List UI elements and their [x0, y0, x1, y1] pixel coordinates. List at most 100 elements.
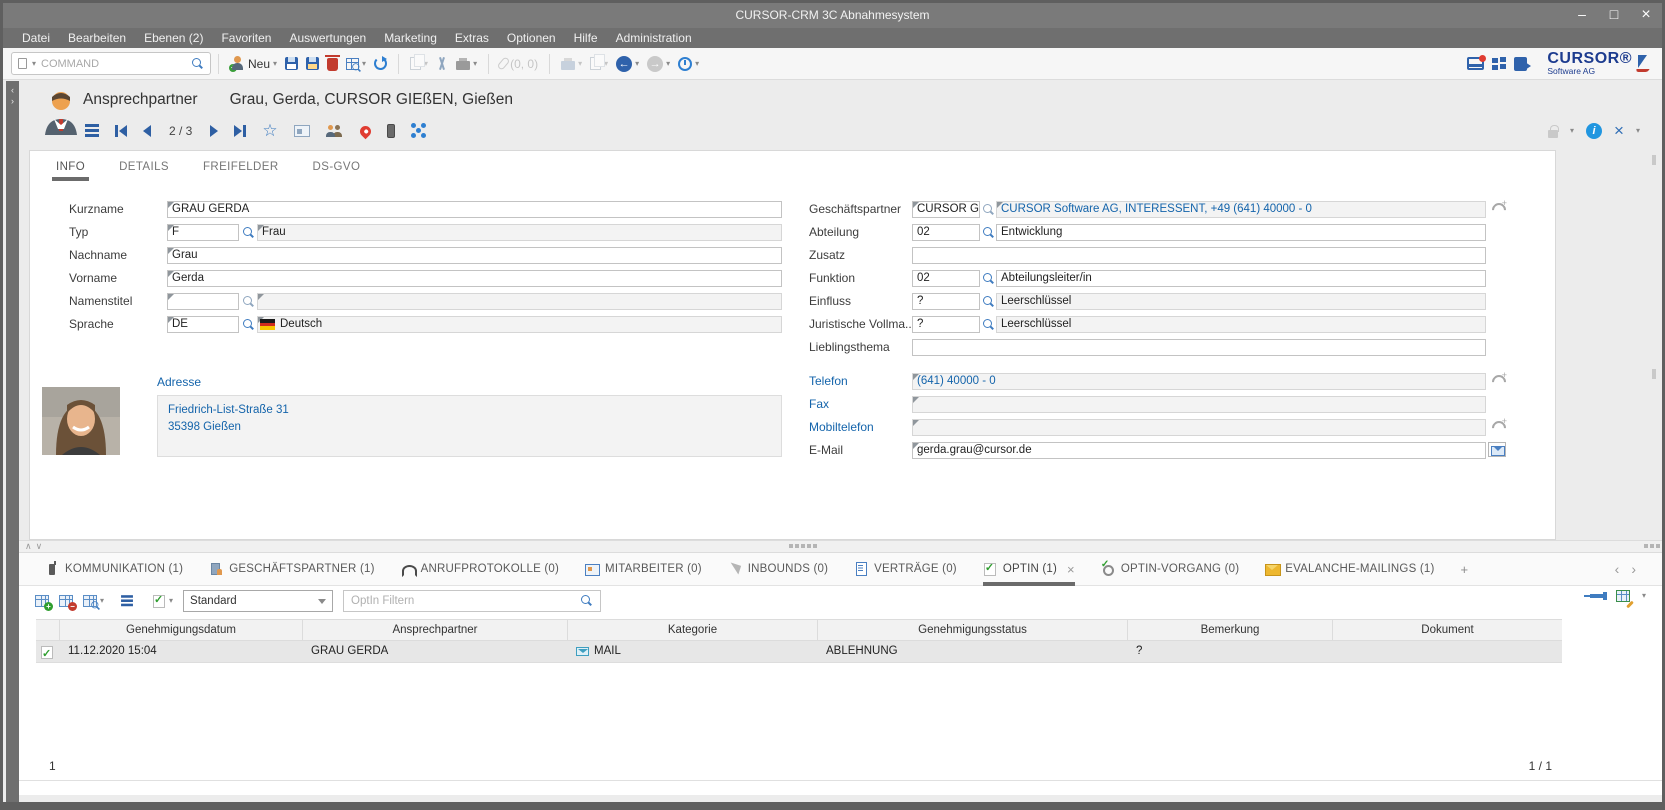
chevron-down-icon[interactable]: ▾ — [1570, 127, 1574, 135]
tabs-scroll-right-icon[interactable]: › — [1631, 561, 1648, 577]
tiles-button[interactable] — [1488, 51, 1510, 77]
chevron-down-icon[interactable]: ▾ — [273, 60, 277, 68]
scrollbar[interactable] — [1652, 155, 1656, 165]
print-button[interactable]: ▾ — [452, 51, 481, 77]
favorite-icon[interactable]: ☆ — [262, 124, 277, 138]
collapse-left-icon[interactable]: ‹ — [6, 85, 19, 96]
telefon-label[interactable]: Telefon — [809, 373, 848, 390]
tab-mitarbeiter[interactable]: MITARBEITER (0) — [585, 553, 702, 586]
maximize-button[interactable]: □ — [1606, 6, 1622, 24]
table-row[interactable]: 11.12.2020 15:04 GRAU GERDA MAIL ABLEHNU… — [36, 641, 1562, 663]
splitter-handle[interactable] — [789, 544, 793, 548]
tab-evalanche-mailings[interactable]: EVALANCHE-MAILINGS (1) — [1265, 553, 1434, 586]
dial-geschaeftspartner-icon[interactable] — [1491, 201, 1507, 215]
next-record-icon[interactable] — [210, 125, 218, 137]
collapse-up-icon[interactable]: ∧ — [25, 541, 36, 551]
dial-mobiltelefon-icon[interactable] — [1491, 419, 1507, 433]
splitter[interactable]: ∧∨ — [19, 540, 1662, 553]
menu-icon[interactable] — [85, 124, 99, 127]
juristische-vollmacht-code-field[interactable]: ? — [912, 316, 980, 333]
telefon-field[interactable]: (641) 40000 - 0 — [912, 373, 1486, 390]
chevron-down-icon[interactable]: ▾ — [1636, 127, 1640, 135]
namenstitel-code-field[interactable] — [167, 293, 239, 310]
chevron-down-icon[interactable]: ▾ — [695, 60, 699, 68]
header-dokument[interactable]: Dokument — [1333, 620, 1562, 640]
logout-button[interactable] — [1510, 51, 1531, 77]
menu-bearbeiten[interactable]: Bearbeiten — [59, 31, 135, 45]
command-box[interactable]: ▾ — [11, 52, 211, 75]
chevron-down-icon[interactable]: ▾ — [32, 60, 36, 68]
location-icon[interactable] — [357, 124, 373, 140]
funktion-code-field[interactable]: 02 — [912, 270, 980, 287]
compass-button[interactable] — [432, 51, 452, 77]
tab-details[interactable]: DETAILS — [119, 161, 169, 181]
namenstitel-lookup-icon[interactable] — [243, 296, 255, 308]
inbox-button[interactable] — [1463, 51, 1488, 77]
chevron-down-icon[interactable]: ▾ — [362, 60, 366, 68]
tabs-scroll-left-icon[interactable]: ‹ — [1615, 561, 1632, 577]
add-tab-button[interactable]: + — [1461, 562, 1469, 577]
menu-ebenen[interactable]: Ebenen (2) — [135, 31, 212, 45]
save-new-button[interactable] — [302, 51, 323, 77]
lieblingsthema-field[interactable] — [912, 339, 1486, 356]
close-button[interactable]: × — [1638, 6, 1654, 24]
juristische-vollmacht-lookup-icon[interactable] — [983, 319, 995, 331]
sprache-code-field[interactable]: DE — [167, 316, 239, 333]
header-kategorie[interactable]: Kategorie — [568, 620, 818, 640]
splitter-handle[interactable] — [1644, 544, 1648, 548]
idcard-icon[interactable] — [294, 125, 310, 137]
geschaeftspartner-lookup-icon[interactable] — [983, 204, 995, 216]
nachname-field[interactable]: Grau — [167, 247, 782, 264]
header-ansprechpartner[interactable]: Ansprechpartner — [303, 620, 568, 640]
header-genehmigungsdatum[interactable]: Genehmigungsdatum — [60, 620, 303, 640]
vorname-field[interactable]: Gerda — [167, 270, 782, 287]
forward-button[interactable]: → ▾ — [643, 51, 674, 77]
back-button[interactable]: ← ▾ — [612, 51, 643, 77]
lock-icon[interactable] — [1548, 130, 1558, 138]
delete-button[interactable] — [323, 51, 342, 77]
tab-vertraege[interactable]: VERTRÄGE (0) — [854, 553, 957, 586]
menu-datei[interactable]: Datei — [13, 31, 59, 45]
first-record-icon[interactable] — [115, 125, 127, 137]
einfluss-code-field[interactable]: ? — [912, 293, 980, 310]
geschaeftspartner-link-field[interactable]: CURSOR Software AG, INTERESSENT, +49 (64… — [996, 201, 1486, 218]
save-button[interactable] — [281, 51, 302, 77]
grid-menu-icon[interactable] — [121, 595, 133, 597]
menu-marketing[interactable]: Marketing — [375, 31, 446, 45]
collapse-right-icon[interactable]: › — [6, 96, 19, 107]
menu-favoriten[interactable]: Favoriten — [212, 31, 280, 45]
copy-button[interactable]: ▾ — [406, 51, 432, 77]
table-settings-icon[interactable] — [1616, 590, 1630, 602]
abteilung-code-field[interactable]: 02 — [912, 224, 980, 241]
filter-input[interactable] — [351, 595, 575, 607]
adresse-label[interactable]: Adresse — [157, 375, 201, 389]
add-row-icon[interactable]: + — [35, 595, 49, 607]
close-record-icon[interactable]: × — [1614, 124, 1624, 138]
network-icon[interactable] — [411, 123, 426, 138]
chevron-down-icon[interactable]: ▾ — [473, 60, 477, 68]
typ-lookup-icon[interactable] — [243, 227, 255, 239]
send-button[interactable]: ▾ — [557, 51, 586, 77]
chevron-down-icon[interactable]: ▾ — [1642, 592, 1646, 600]
geschaeftspartner-code-field[interactable]: CURSOR GIE — [912, 201, 980, 218]
minimize-button[interactable]: – — [1574, 6, 1590, 24]
tab-freifelder[interactable]: FREIFELDER — [203, 161, 279, 181]
chevron-down-icon[interactable]: ▾ — [635, 60, 639, 68]
einfluss-lookup-icon[interactable] — [983, 296, 995, 308]
fax-label[interactable]: Fax — [809, 396, 829, 413]
kurzname-field[interactable]: GRAU GERDA — [167, 201, 782, 218]
people-icon[interactable] — [326, 125, 344, 137]
tab-ds-gvo[interactable]: DS-GVO — [313, 161, 361, 181]
tab-geschaeftspartner[interactable]: GESCHÄFTSPARTNER (1) — [209, 553, 374, 586]
chevron-down-icon[interactable]: ▾ — [169, 597, 173, 605]
view-select[interactable]: Standard — [183, 590, 333, 612]
funktion-lookup-icon[interactable] — [983, 273, 995, 285]
header-bemerkung[interactable]: Bemerkung — [1128, 620, 1333, 640]
tab-info[interactable]: INFO — [56, 161, 85, 181]
menu-optionen[interactable]: Optionen — [498, 31, 565, 45]
tab-anrufprotokolle[interactable]: ANRUFPROTOKOLLE (0) — [401, 553, 559, 586]
abteilung-lookup-icon[interactable] — [983, 227, 995, 239]
email-field[interactable]: gerda.grau@cursor.de — [912, 442, 1486, 459]
tab-optin[interactable]: OPTIN (1)× — [983, 553, 1075, 586]
dial-telefon-icon[interactable] — [1491, 373, 1507, 387]
